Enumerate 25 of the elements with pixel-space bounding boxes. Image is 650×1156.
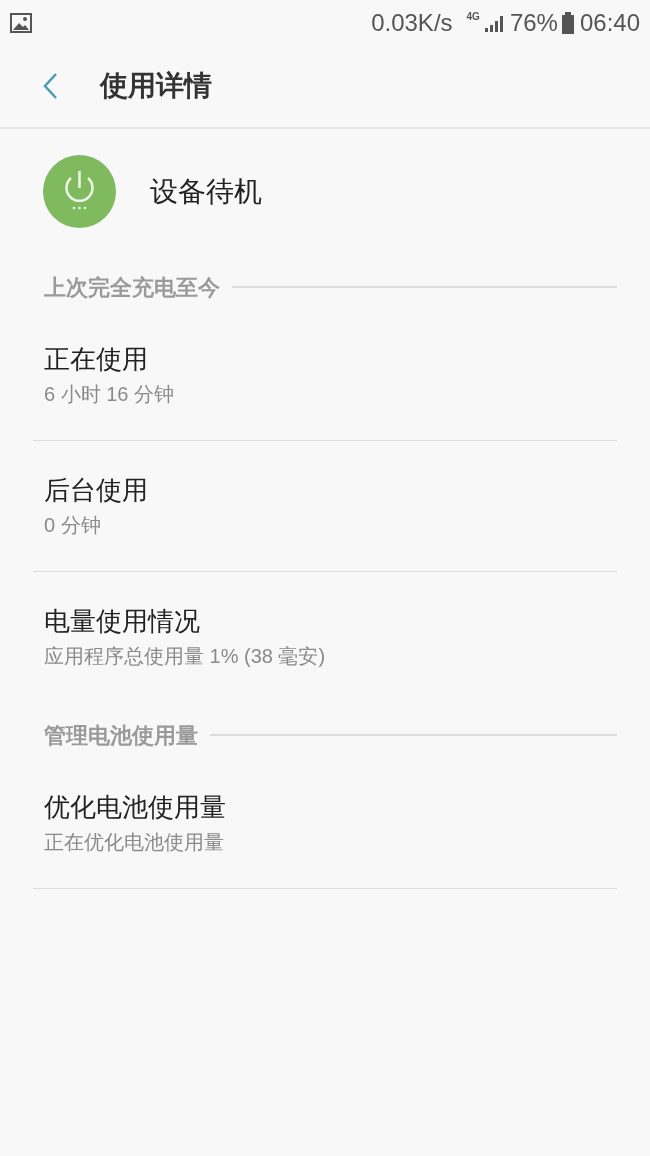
- item-title: 电量使用情况: [44, 605, 201, 638]
- item-subtitle: 0 分钟: [44, 513, 102, 538]
- picture-icon: [10, 12, 32, 33]
- section-header: 管理电池使用量: [44, 721, 198, 750]
- clock: 06:40: [579, 7, 640, 38]
- battery-icon: [561, 11, 574, 34]
- network-speed: 0.03K/s: [371, 7, 453, 38]
- item-subtitle: 正在优化电池使用量: [44, 830, 225, 855]
- back-icon: [42, 72, 58, 100]
- app-name: 设备待机: [150, 174, 262, 209]
- item-subtitle: 应用程序总使用量 1% (38 毫安): [44, 644, 327, 669]
- power-icon: [43, 155, 116, 228]
- section-header: 上次完全充电至今: [44, 273, 220, 302]
- item-subtitle: 6 小时 16 分钟: [44, 382, 176, 407]
- list-item[interactable]: 优化电池使用量 正在优化电池使用量: [33, 758, 617, 889]
- list-item[interactable]: 后台使用 0 分钟: [33, 441, 617, 572]
- battery-percent: 76%: [509, 7, 558, 38]
- item-title: 正在使用: [44, 343, 149, 376]
- network-type: 4G: [466, 12, 480, 22]
- signal-icon: [483, 13, 506, 32]
- item-title: 优化电池使用量: [44, 791, 227, 824]
- page-title: 使用详情: [100, 69, 212, 103]
- item-title: 后台使用: [44, 474, 149, 507]
- list-item[interactable]: 正在使用 6 小时 16 分钟: [33, 310, 617, 441]
- list-item[interactable]: 电量使用情况 应用程序总使用量 1% (38 毫安): [33, 572, 617, 702]
